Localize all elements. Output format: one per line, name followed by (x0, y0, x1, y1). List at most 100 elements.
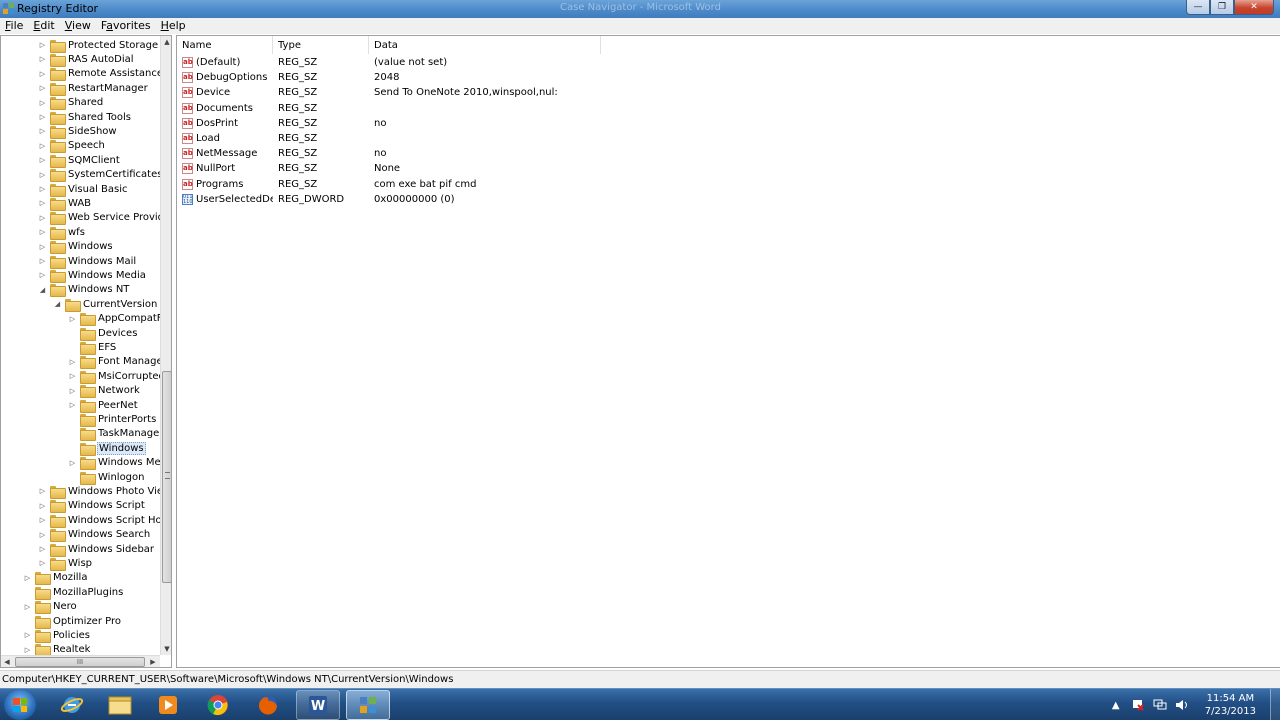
column-header-type[interactable]: Type (273, 36, 369, 54)
collapse-icon[interactable]: ◢ (38, 285, 47, 294)
expand-icon[interactable]: ▷ (38, 84, 47, 93)
taskbar-firefox[interactable] (246, 690, 290, 720)
action-center-icon[interactable] (1131, 699, 1145, 711)
value-row[interactable]: ab Device REG_SZ Send To OneNote 2010,winsp… (177, 85, 558, 100)
expand-icon[interactable]: ▷ (38, 530, 47, 539)
scroll-right-icon[interactable]: ▶ (147, 656, 159, 667)
expand-icon[interactable]: ▷ (68, 458, 77, 467)
tree-node[interactable]: ▷ Speech (38, 139, 106, 154)
taskbar-media-player[interactable] (146, 690, 190, 720)
close-button[interactable]: ✕ (1234, 0, 1274, 15)
expand-icon[interactable]: ▷ (38, 199, 47, 208)
tree-node[interactable]: ▷ AppCompatFla (68, 312, 160, 327)
value-row[interactable]: ab DosPrint REG_SZ no (177, 116, 386, 131)
taskbar-word[interactable]: W (296, 690, 340, 720)
tree-node[interactable]: ▷ Mozilla (23, 571, 88, 586)
tree-node[interactable]: MozillaPlugins (23, 585, 124, 600)
tree-node[interactable]: ▷ Policies (23, 628, 91, 643)
tree-node[interactable]: ▷ PeerNet (68, 398, 139, 413)
expand-icon[interactable]: ▷ (38, 55, 47, 64)
tree-node[interactable]: Devices (68, 326, 138, 341)
expand-icon[interactable]: ▷ (23, 631, 32, 640)
scroll-up-icon[interactable]: ▲ (161, 36, 171, 48)
tree-node[interactable]: PrinterPorts (68, 412, 157, 427)
scroll-thumb[interactable] (162, 371, 171, 583)
expand-icon[interactable]: ▷ (38, 559, 47, 568)
tree-node[interactable]: ▷ Remote Assistance (38, 67, 160, 82)
menu-view[interactable]: View (60, 18, 96, 34)
collapse-icon[interactable]: ◢ (53, 300, 62, 309)
expand-icon[interactable]: ▷ (23, 573, 32, 582)
value-row[interactable]: ab (Default) REG_SZ (value not set) (177, 55, 447, 70)
tree-node[interactable]: ▷ Wisp (38, 556, 93, 571)
tree-node[interactable]: TaskManager (68, 427, 160, 442)
network-icon[interactable] (1153, 699, 1167, 711)
tree-node[interactable]: ▷ SQMClient (38, 153, 121, 168)
value-row[interactable]: ab Load REG_SZ (177, 131, 374, 146)
tree-node[interactable]: Windows (68, 441, 146, 456)
value-row[interactable]: ab NullPort REG_SZ None (177, 161, 400, 176)
expand-icon[interactable]: ▷ (23, 602, 32, 611)
expand-icon[interactable]: ▷ (38, 516, 47, 525)
tree-node[interactable]: ▷ Windows Media (38, 268, 147, 283)
tree-node[interactable]: ▷ Protected Storage Syst (38, 38, 160, 53)
tree-node[interactable]: ▷ Windows Mail (38, 254, 137, 269)
tree-node[interactable]: ▷ Windows Search (38, 528, 151, 543)
expand-icon[interactable]: ▷ (38, 127, 47, 136)
expand-icon[interactable]: ▷ (38, 487, 47, 496)
tree-node[interactable]: ▷ SideShow (38, 124, 118, 139)
menu-help[interactable]: Help (156, 18, 191, 34)
start-button[interactable] (4, 690, 36, 720)
expand-icon[interactable]: ▷ (38, 242, 47, 251)
volume-icon[interactable] (1175, 699, 1189, 711)
tree-node[interactable]: ▷ Windows Script (38, 499, 146, 514)
tree-node[interactable]: ▷ Windows Mess (68, 456, 160, 471)
value-row[interactable]: 011110UserSelectedDef... REG_DWORD 0x00000… (177, 192, 455, 207)
expand-icon[interactable]: ▷ (38, 41, 47, 50)
tree-vertical-scrollbar[interactable]: ▲ ▼ (160, 36, 171, 655)
menu-edit[interactable]: Edit (28, 18, 59, 34)
maximize-button[interactable]: ❐ (1210, 0, 1234, 15)
tree-node[interactable]: ▷ Font Managem (68, 355, 160, 370)
expand-icon[interactable]: ▷ (38, 156, 47, 165)
expand-icon[interactable]: ▷ (68, 386, 77, 395)
tree-node[interactable]: ▷ WAB (38, 196, 92, 211)
tree-node[interactable]: ◢ CurrentVersion (53, 297, 158, 312)
value-row[interactable]: ab Documents REG_SZ (177, 101, 374, 116)
tree-node[interactable]: ▷ Windows Sidebar (38, 542, 155, 557)
expand-icon[interactable]: ▷ (38, 501, 47, 510)
tree-node[interactable]: ◢ Windows NT (38, 283, 130, 298)
expand-icon[interactable]: ▷ (38, 228, 47, 237)
clock[interactable]: 11:54 AM 7/23/2013 (1205, 692, 1256, 718)
show-desktop-button[interactable] (1270, 689, 1280, 720)
tree-node[interactable]: ▷ Shared Tools (38, 110, 132, 125)
taskbar-chrome[interactable] (196, 690, 240, 720)
expand-icon[interactable]: ▷ (23, 645, 32, 654)
expand-icon[interactable]: ▷ (38, 271, 47, 280)
taskbar-internet-explorer[interactable] (50, 690, 94, 720)
expand-icon[interactable]: ▷ (68, 357, 77, 366)
menu-file[interactable]: File (0, 18, 28, 34)
value-row[interactable]: ab Programs REG_SZ com exe bat pif cmd (177, 177, 476, 192)
expand-icon[interactable]: ▷ (38, 185, 47, 194)
minimize-button[interactable]: — (1186, 0, 1210, 15)
column-header-data[interactable]: Data (369, 36, 601, 54)
scroll-left-icon[interactable]: ◀ (1, 656, 13, 667)
registry-values-list[interactable]: Name Type Data ab (Default) REG_SZ (value n… (176, 35, 1280, 668)
expand-icon[interactable]: ▷ (38, 141, 47, 150)
tree-node[interactable]: ▷ RAS AutoDial (38, 52, 135, 67)
expand-icon[interactable]: ▷ (38, 213, 47, 222)
taskbar-registry-editor[interactable] (346, 690, 390, 720)
value-row[interactable]: ab DebugOptions REG_SZ 2048 (177, 70, 399, 85)
hscroll-thumb[interactable]: III (15, 657, 145, 667)
tree-node[interactable]: ▷ wfs (38, 225, 86, 240)
tree-node[interactable]: ▷ Windows Photo Viewe (38, 484, 160, 499)
expand-icon[interactable]: ▷ (38, 69, 47, 78)
expand-icon[interactable]: ▷ (68, 372, 77, 381)
scroll-down-icon[interactable]: ▼ (161, 643, 171, 655)
show-hidden-icons-icon[interactable]: ▲ (1109, 699, 1123, 711)
expand-icon[interactable]: ▷ (38, 98, 47, 107)
registry-key-tree[interactable]: ▷ Protected Storage Syst ▷ RAS AutoDial ▷ Rem… (0, 35, 172, 668)
taskbar-file-explorer[interactable] (98, 690, 142, 720)
expand-icon[interactable]: ▷ (38, 170, 47, 179)
